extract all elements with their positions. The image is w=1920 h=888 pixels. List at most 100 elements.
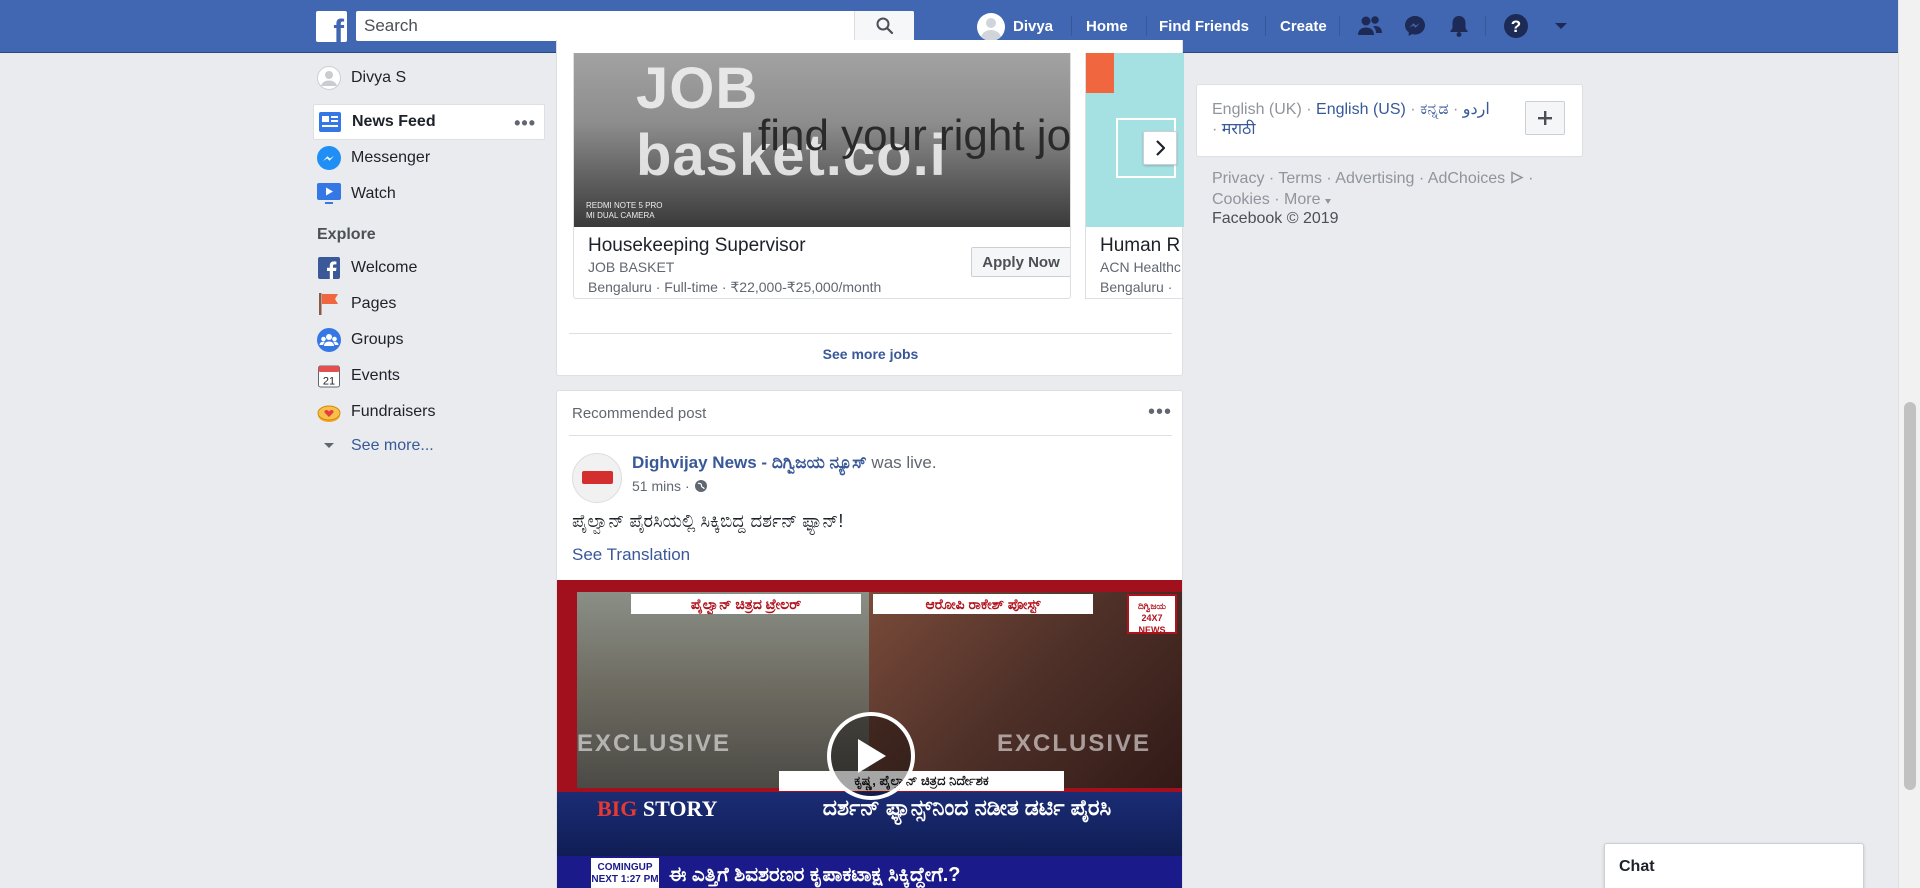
notifications-icon[interactable] xyxy=(1445,12,1473,40)
divider xyxy=(569,435,1172,436)
profile-avatar-icon xyxy=(317,66,341,90)
sidebar-item-groups[interactable]: Groups xyxy=(313,322,545,358)
help-icon[interactable]: ? xyxy=(1502,12,1530,40)
job-title[interactable]: Housekeeping Supervisor xyxy=(588,235,806,257)
globe-icon xyxy=(694,480,707,492)
job-meta: Bengaluru · xyxy=(1100,279,1173,295)
sidebar-item-news-feed[interactable]: News Feed ••• xyxy=(313,104,545,140)
language-option[interactable]: English (US) xyxy=(1316,101,1406,118)
see-translation-link[interactable]: See Translation xyxy=(572,545,690,565)
explore-section-header: Explore xyxy=(317,226,376,243)
job-listing[interactable]: JOB basket.co.i find your right jo REDMI… xyxy=(573,53,1071,299)
post-timestamp[interactable]: 51 mins · xyxy=(632,478,708,494)
sidebar-item-events[interactable]: 21 Events xyxy=(313,358,545,394)
footer-link-privacy[interactable]: Privacy xyxy=(1212,170,1264,187)
job-title[interactable]: Human R xyxy=(1100,235,1180,257)
post-video[interactable]: ಪೈಲ್ವಾನ್ ಚಿತ್ರದ ಟ್ರೇಲರ್ ಆರೋಪಿ ರಾಕೇಶ್ ಪೋಸ… xyxy=(557,580,1182,888)
video-banner-left: ಪೈಲ್ವಾನ್ ಚಿತ್ರದ ಟ್ರೇಲರ್ xyxy=(631,594,861,614)
sidebar-item-pages[interactable]: Pages xyxy=(313,286,545,322)
sidebar-profile-link[interactable]: Divya S xyxy=(313,60,545,96)
post-options-icon[interactable]: ••• xyxy=(1148,401,1172,424)
video-headline-band: BIG STORY ದರ್ಶನ್ ಫ್ಯಾನ್ಸ್‌ನಿಂದ ನಡೀತ ಡರ್ಟ… xyxy=(557,792,1182,856)
post-author-line: Dighvijay News - ದಿಗ್ವಿಜಯ ನ್ಯೂಸ್ was liv… xyxy=(632,453,937,473)
caret-down-icon xyxy=(1324,199,1331,204)
footer-link-more[interactable]: More xyxy=(1284,191,1320,208)
see-more-link: See more... xyxy=(351,437,434,454)
footer-link-advertising[interactable]: Advertising xyxy=(1335,170,1414,187)
job-company: JOB BASKET xyxy=(588,259,675,275)
nav-divider xyxy=(1265,16,1266,36)
carousel-next-button[interactable] xyxy=(1143,131,1177,165)
svg-text:?: ? xyxy=(1511,17,1521,36)
fundraiser-icon xyxy=(317,400,341,424)
big-story-label: BIG STORY xyxy=(597,796,718,822)
chat-label: Chat xyxy=(1619,858,1655,875)
search-icon xyxy=(876,17,893,35)
nav-divider xyxy=(1071,16,1072,36)
job-image: JOB basket.co.i find your right jo REDMI… xyxy=(574,53,1070,227)
nav-divider xyxy=(1485,16,1486,36)
sidebar-item-watch[interactable]: Watch xyxy=(313,176,545,212)
see-more-jobs-link[interactable]: See more jobs xyxy=(557,346,1184,362)
nav-divider xyxy=(1339,16,1340,36)
sidebar-item-messenger[interactable]: Messenger xyxy=(313,140,545,176)
find-friends-nav-label: Find Friends xyxy=(1159,18,1249,35)
sidebar-item-label: Welcome xyxy=(351,259,418,276)
apply-now-button[interactable]: Apply Now xyxy=(971,247,1070,277)
language-option[interactable]: اردو xyxy=(1463,101,1490,118)
groups-icon xyxy=(317,328,341,352)
footer-link-cookies[interactable]: Cookies xyxy=(1212,191,1270,208)
calendar-date: 21 xyxy=(323,376,335,388)
copyright-text: Facebook © 2019 xyxy=(1212,210,1339,227)
friend-requests-icon[interactable] xyxy=(1356,12,1384,40)
language-option[interactable]: मराठी xyxy=(1222,121,1256,138)
play-button[interactable] xyxy=(827,712,915,800)
page-avatar[interactable] xyxy=(572,453,622,503)
home-nav-label: Home xyxy=(1086,18,1128,35)
search-box xyxy=(356,11,914,41)
messenger-icon[interactable] xyxy=(1401,12,1429,40)
video-exclusive-watermark: EXCLUSIVE xyxy=(577,730,732,757)
sidebar-item-label: Watch xyxy=(351,185,396,202)
sidebar-item-label: Fundraisers xyxy=(351,403,436,420)
big-label: BIG xyxy=(597,796,638,821)
ticker-text: ಈ ಎತ್ತಿಗೆ ಶಿವಶರಣರ ಕೃಪಾಕಟಾಕ್ಷ ಸಿಕ್ಕಿದ್ದೇಗ… xyxy=(669,864,961,886)
language-option[interactable]: ಕನ್ನಡ xyxy=(1420,101,1448,118)
sidebar-see-more[interactable]: See more... xyxy=(313,430,545,462)
add-language-button[interactable] xyxy=(1525,101,1565,135)
facebook-icon xyxy=(317,256,341,280)
job-listing[interactable]: Human R ACN Healthc Bengaluru · xyxy=(1085,53,1184,299)
search-button[interactable] xyxy=(854,11,914,41)
facebook-logo-icon[interactable]: f xyxy=(316,11,347,47)
news-feed-icon xyxy=(318,110,342,134)
account-menu-icon[interactable] xyxy=(1547,12,1575,40)
chevron-down-icon xyxy=(317,434,341,458)
jobs-card: JOB basket.co.i find your right jo REDMI… xyxy=(556,40,1184,376)
channel-logo: ದಿಗ್ವಿಜಯ 24X7 NEWS xyxy=(1127,594,1177,635)
footer-link-terms[interactable]: Terms xyxy=(1278,170,1322,187)
more-options-icon[interactable]: ••• xyxy=(514,113,536,134)
job-company: ACN Healthc xyxy=(1100,259,1181,275)
job-meta: Bengaluru · Full-time · ₹22,000-₹25,000/… xyxy=(588,279,882,295)
story-label: STORY xyxy=(642,796,718,821)
sidebar-item-fundraisers[interactable]: Fundraisers xyxy=(313,394,545,430)
page-scrollbar[interactable] xyxy=(1898,0,1920,888)
create-nav-link[interactable]: Create xyxy=(1280,0,1327,53)
language-list: English (UK) · English (US) · ಕನ್ನಡ · ار… xyxy=(1212,101,1490,138)
chat-sidebar-toggle[interactable]: Chat xyxy=(1604,843,1864,888)
post-author-link[interactable]: Dighvijay News - ದಿಗ್ವಿಜಯ ನ್ಯೂಸ್ xyxy=(632,453,867,472)
search-input[interactable] xyxy=(356,11,856,41)
sidebar-item-label: Messenger xyxy=(351,149,431,166)
footer-links: Privacy · Terms · Advertising · AdChoice… xyxy=(1212,170,1534,208)
coming-up-label: COMINGUP NEXT 1:27 PM xyxy=(591,858,659,888)
separator: · xyxy=(685,478,690,494)
adchoices-icon xyxy=(1510,171,1524,184)
post-action-text: was live. xyxy=(871,453,937,472)
scrollbar-thumb[interactable] xyxy=(1904,402,1916,790)
video-headline: ದರ್ಶನ್ ಫ್ಯಾನ್ಸ್‌ನಿಂದ ನಡೀತ ಡರ್ಟಿ ಪೈರಸಿ xyxy=(822,795,1112,820)
footer-link-adchoices[interactable]: AdChoices xyxy=(1428,170,1505,187)
sidebar-item-label: Events xyxy=(351,367,400,384)
avatar xyxy=(977,12,1005,41)
calendar-icon: 21 xyxy=(317,364,341,388)
sidebar-item-welcome[interactable]: Welcome xyxy=(313,250,545,286)
